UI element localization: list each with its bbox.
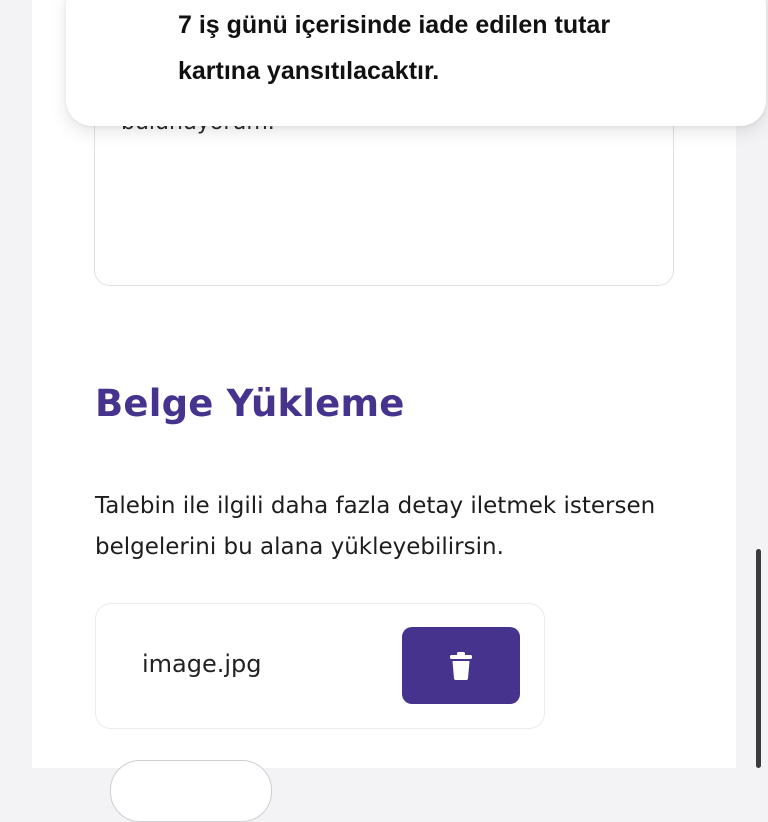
document-upload-title: Belge Yükleme [95,382,405,425]
document-upload-description: Talebin ile ilgili daha fazla detay ilet… [95,493,656,560]
toast-message: 7 iş günü içerisinde iade edilen tutar k… [178,2,748,94]
toast-message-line-1: 7 iş günü içerisinde iade edilen tutar [178,11,611,39]
toast-message-line-2: kartına yansıtılacaktır. [178,57,440,85]
uploaded-file-name: image.jpg [142,650,262,678]
delete-file-button[interactable] [402,627,520,704]
notification-toast: 7 iş günü içerisinde iade edilen tutar k… [66,0,766,126]
secondary-button[interactable] [110,760,272,822]
trash-icon [450,651,472,680]
uploaded-file-card: image.jpg [95,603,545,729]
vertical-scrollbar[interactable] [756,549,761,768]
